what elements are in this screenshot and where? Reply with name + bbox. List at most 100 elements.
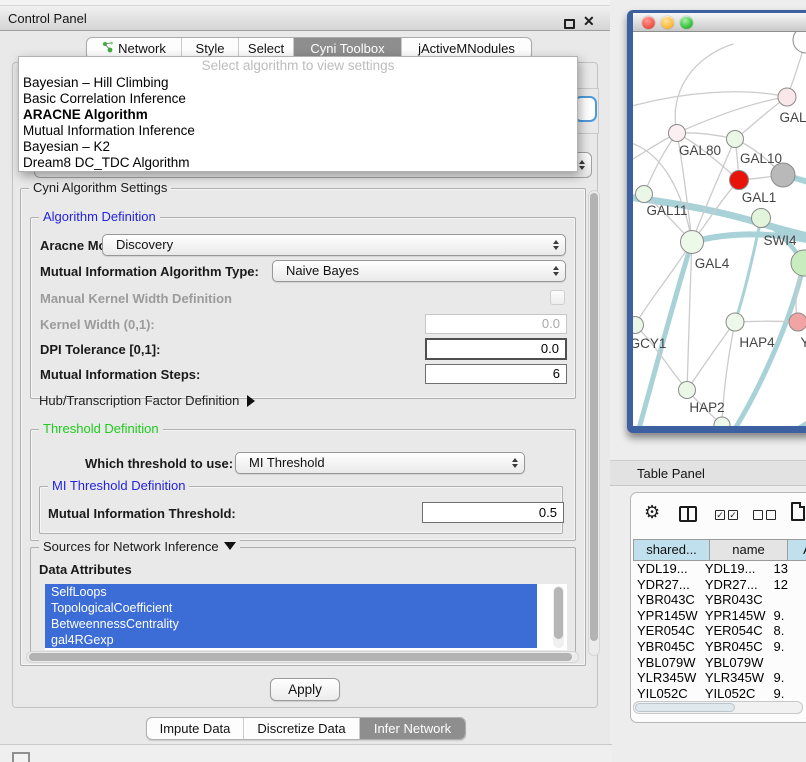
attributes-scrollbar[interactable] <box>553 586 564 648</box>
node-label: GCY1 <box>633 336 666 351</box>
dpi-tolerance-field[interactable]: 0.0 <box>425 338 567 360</box>
mi-type-combo[interactable]: Naive Bayes <box>272 260 566 282</box>
network-node-swi4[interactable] <box>752 209 771 228</box>
table-row[interactable]: YDR27...YDR27...12 <box>633 577 805 593</box>
which-threshold-combo[interactable]: MI Threshold <box>235 452 525 474</box>
expand-arrow-icon <box>247 395 255 407</box>
settings-horizontal-scrollbar[interactable] <box>26 651 579 663</box>
dpi-tolerance-label: DPI Tolerance [0,1]: <box>40 342 160 357</box>
network-node[interactable] <box>714 417 730 426</box>
table-row[interactable]: YER054CYER054C8. <box>633 623 805 639</box>
network-node[interactable] <box>791 250 806 276</box>
network-node-gal10[interactable] <box>727 131 744 148</box>
algorithm-item[interactable]: Mutual Information Inference <box>19 123 577 139</box>
table-row[interactable]: YBL079WYBL079W <box>633 655 805 671</box>
close-icon[interactable]: ✕ <box>583 9 595 34</box>
minimize-traffic-light-icon[interactable] <box>661 16 674 29</box>
algorithm-item[interactable]: Basic Correlation Inference <box>19 91 577 107</box>
network-node-gal4[interactable] <box>681 231 704 254</box>
table-cell: YIL052C <box>701 686 770 701</box>
table-row[interactable]: YBR045CYBR045C9. <box>633 639 805 655</box>
network-node-y[interactable] <box>789 313 806 331</box>
attribute-item[interactable]: SelfLoops <box>45 584 537 600</box>
collapsed-panel-icon[interactable] <box>12 752 30 762</box>
node-label: Y <box>800 335 806 350</box>
aracne-mode-combo[interactable]: Discovery <box>102 234 566 256</box>
network-node[interactable] <box>771 163 795 187</box>
table-row[interactable]: YIL052CYIL052C9. <box>633 686 805 701</box>
deselect-all-checks-icon[interactable] <box>753 510 776 520</box>
algorithm-item[interactable]: Bayesian – Hill Climbing <box>19 75 577 91</box>
table-row[interactable]: YLR345WYLR345W9. <box>633 670 805 686</box>
node-label: SWI4 <box>763 233 796 248</box>
bottom-tabbar: Impute DataDiscretize DataInfer Network <box>146 717 466 740</box>
select-all-checks-icon[interactable]: ✓✓ <box>715 510 738 520</box>
tab-infer-network[interactable]: Infer Network <box>359 718 465 739</box>
settings-group-title: Cyni Algorithm Settings <box>29 180 171 195</box>
hub-definition-toggle[interactable]: Hub/Transcription Factor Definition <box>39 393 255 408</box>
table-cell: YIL052C <box>633 686 701 701</box>
algorithm-item[interactable]: Bayesian – K2 <box>19 139 577 155</box>
data-attributes-list[interactable]: SelfLoopsTopologicalCoefficientBetweenne… <box>45 584 567 650</box>
manual-kernel-checkbox[interactable] <box>550 290 565 305</box>
column-selector-icon[interactable] <box>679 506 697 522</box>
network-edge <box>677 97 787 133</box>
network-node-gcy1[interactable] <box>633 317 644 334</box>
threshold-definition-title: Threshold Definition <box>39 421 163 436</box>
attribute-item[interactable]: TopologicalCoefficient <box>45 600 537 616</box>
table-cell: 9. <box>770 670 805 686</box>
network-window-titlebar[interactable] <box>633 13 806 32</box>
column-header-2[interactable]: name <box>710 539 788 561</box>
mi-type-label: Mutual Information Algorithm Type: <box>40 264 259 279</box>
column-header-3[interactable]: A <box>788 539 806 561</box>
table-row[interactable]: YDL19...YDL19...13 <box>633 561 805 577</box>
table-row[interactable]: YBR043CYBR043C <box>633 592 805 608</box>
control-panel-titlebar[interactable]: Control Panel ✕ <box>0 6 610 31</box>
tab-discretize-data[interactable]: Discretize Data <box>243 718 359 739</box>
network-edge <box>675 44 733 133</box>
network-node-hap4[interactable] <box>726 313 744 331</box>
sources-title-text: Sources for Network Inference <box>43 539 219 554</box>
network-node-gal11[interactable] <box>636 186 653 203</box>
kernel-width-field[interactable]: 0.0 <box>425 314 567 334</box>
network-node-hap2[interactable] <box>679 382 696 399</box>
network-node-gal80[interactable] <box>669 125 686 142</box>
network-edge <box>687 322 735 390</box>
table-cell: 9. <box>770 608 805 624</box>
table-cell: YBR045C <box>633 639 701 655</box>
float-window-icon[interactable] <box>564 19 575 29</box>
table-panel-titlebar[interactable]: Table Panel <box>610 460 806 486</box>
network-node[interactable] <box>793 32 806 53</box>
attribute-item[interactable]: gal4RGexp <box>45 632 537 648</box>
column-header-1[interactable]: shared... <box>633 539 710 561</box>
algorithm-item[interactable]: Dream8 DC_TDC Algorithm <box>19 155 577 171</box>
table-cell: YBR043C <box>701 592 770 608</box>
sources-group-title[interactable]: Sources for Network Inference <box>39 539 240 554</box>
algorithm-definition-group: Algorithm Definition Aracne Mode: Discov… <box>30 217 576 399</box>
table-panel-title: Table Panel <box>637 461 705 486</box>
gear-icon[interactable]: ⚙ <box>644 503 660 521</box>
tab-impute-data[interactable]: Impute Data <box>147 718 243 739</box>
network-edge <box>635 242 692 325</box>
apply-button[interactable]: Apply <box>270 678 340 701</box>
close-traffic-light-icon[interactable] <box>642 16 655 29</box>
algorithm-item[interactable]: ARACNE Algorithm <box>19 107 577 123</box>
network-node-gal[interactable] <box>778 88 796 106</box>
mi-steps-field[interactable]: 6 <box>425 364 567 384</box>
mi-type-value: Naive Bayes <box>286 263 359 278</box>
table-row[interactable]: YPR145WYPR145W9. <box>633 608 805 624</box>
bottom-strip <box>0 745 612 762</box>
combo-arrows-icon <box>553 240 559 250</box>
mi-threshold-field[interactable]: 0.5 <box>422 502 564 523</box>
node-label: GAL11 <box>646 203 687 218</box>
settings-vertical-scrollbar[interactable] <box>588 190 600 656</box>
zoom-traffic-light-icon[interactable] <box>680 16 693 29</box>
network-node-gal1[interactable] <box>730 171 749 190</box>
export-table-icon[interactable] <box>791 502 805 521</box>
table-cell <box>770 592 805 608</box>
table-horizontal-scrollbar[interactable] <box>633 701 803 714</box>
table-cell: YPR145W <box>701 608 770 624</box>
attribute-item[interactable]: BetweennessCentrality <box>45 616 537 632</box>
network-canvas[interactable]: GALGAL80GAL10GAL1GAL11SWI4GAL4GCY1HAP4YH… <box>633 32 806 426</box>
table-cell: YLR345W <box>633 670 701 686</box>
